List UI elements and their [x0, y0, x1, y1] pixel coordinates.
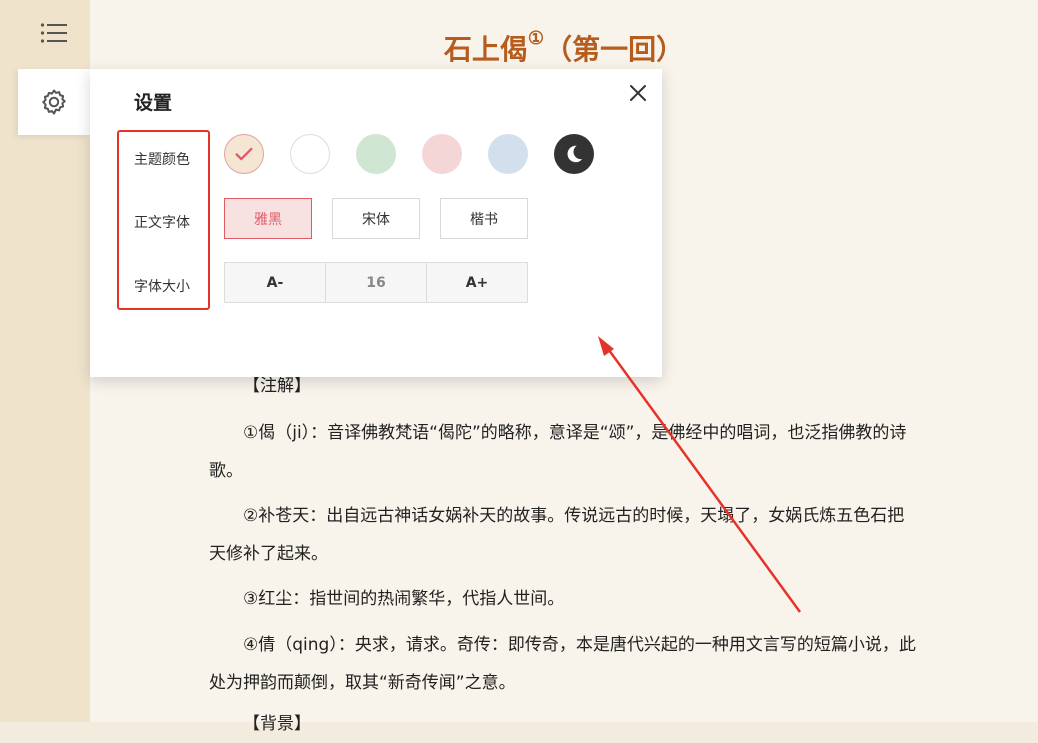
list-icon — [40, 23, 67, 43]
settings-button[interactable] — [18, 69, 90, 135]
note-paragraph: ③红尘：指世间的热闹繁华，代指人世间。 — [243, 589, 565, 609]
font-option-yahei[interactable]: 雅黑 — [224, 198, 312, 239]
note-paragraph: ②补苍天：出自远古神话女娲补天的故事。传说远古的时候，天塌了，女娲氏炼五色石把天… — [209, 506, 905, 564]
theme-swatch-cream[interactable] — [224, 134, 264, 174]
font-size-stepper: A- 16 A+ — [224, 262, 528, 303]
font-size-label: 字体大小 — [134, 279, 190, 295]
theme-swatch-green[interactable] — [356, 134, 396, 174]
left-rail — [0, 0, 90, 722]
theme-swatch-night[interactable] — [554, 134, 594, 174]
body-font-label: 正文字体 — [134, 215, 190, 231]
increase-font-button[interactable]: A+ — [427, 263, 527, 302]
note-paragraph: ①偈（ji）：音译佛教梵语“偈陀”的略称，意译是“颂”，是佛经中的唱词，也泛指佛… — [209, 423, 907, 481]
settings-title: 设置 — [134, 92, 173, 114]
moon-icon — [567, 145, 583, 163]
theme-swatch-pink[interactable] — [422, 134, 462, 174]
decrease-font-button[interactable]: A- — [225, 263, 326, 302]
check-icon — [235, 147, 253, 161]
note-paragraph: ④倩（qing）：央求，请求。奇传：即传奇，本是唐代兴起的一种用文言写的短篇小说… — [209, 635, 916, 693]
theme-swatch-blue[interactable] — [488, 134, 528, 174]
font-option-songti[interactable]: 宋体 — [332, 198, 420, 239]
gear-icon — [42, 89, 66, 115]
chapter-title: 石上偈①（第一回） — [443, 28, 685, 66]
font-option-kaishu[interactable]: 楷书 — [440, 198, 528, 239]
font-size-value: 16 — [326, 263, 427, 302]
settings-panel: 设置 主题颜色 正文字体 字体大小 雅黑 宋体 楷书 A- 16 A+ — [90, 69, 662, 377]
theme-swatch-white[interactable] — [290, 134, 330, 174]
close-icon[interactable] — [626, 81, 650, 105]
menu-button[interactable] — [18, 0, 90, 66]
background-heading: 【背景】 — [243, 714, 311, 734]
theme-color-label: 主题颜色 — [134, 152, 190, 168]
